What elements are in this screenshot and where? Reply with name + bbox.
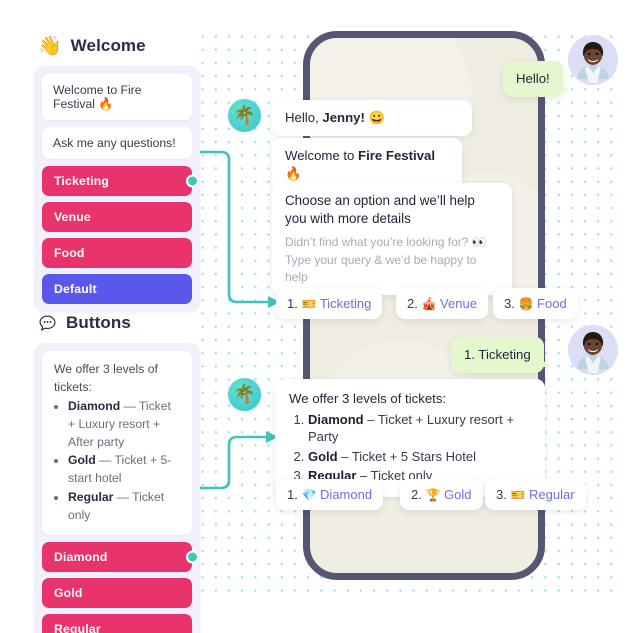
greeting-name: Jenny! xyxy=(322,110,365,125)
chip-label: Diamond xyxy=(320,487,373,502)
welcome-brand: Fire Festival xyxy=(358,148,436,163)
chat-conversation: Hello! 🌴 Hello, Jenny! 😀 Welcome to Fire… xyxy=(0,0,633,633)
screenshot-root: 👋 Welcome Welcome to Fire Festival 🔥 Ask… xyxy=(0,0,633,633)
chip-number: 2. xyxy=(407,296,418,311)
option-chip-venue[interactable]: 2. 🎪 Venue xyxy=(396,288,488,319)
option-chip-gold[interactable]: 2. 🏆 Gold xyxy=(400,479,483,510)
ticket-icon: 🎫 xyxy=(301,297,317,311)
bot-message-greeting: Hello, Jenny! 😀 xyxy=(272,100,472,136)
avatar-user-bottom xyxy=(568,325,618,375)
chip-number: 2. xyxy=(411,487,422,502)
chip-number: 3. xyxy=(504,296,515,311)
user-message-ticketing: 1. Ticketing xyxy=(451,337,551,373)
ticket-level-term: Diamond xyxy=(308,411,364,427)
ticket-levels-list: Diamond – Ticket + Luxury resort + Party… xyxy=(289,411,531,485)
welcome-emoji: 🔥 xyxy=(285,165,302,181)
chip-label: Food xyxy=(537,296,567,311)
user-message-ticketing-text: 1. Ticketing xyxy=(464,347,531,362)
bot-avatar-palm-bottom: 🌴 xyxy=(228,378,261,411)
hint-line-1: Didn’t find what you’re looking for? 👀 xyxy=(285,235,487,250)
chip-number: 1. xyxy=(287,487,298,502)
option-chip-ticketing[interactable]: 1. 🎫 Ticketing xyxy=(276,288,383,319)
diamond-icon: 💎 xyxy=(301,488,317,502)
greeting-prefix: Hello, xyxy=(285,110,323,125)
chip-number: 1. xyxy=(287,296,298,311)
trophy-icon: 🏆 xyxy=(425,488,441,502)
chip-label: Venue xyxy=(440,296,477,311)
palm-tree-icon: 🌴 xyxy=(233,105,256,125)
ticket-level-item: Gold – Ticket + 5 Stars Hotel xyxy=(308,448,531,466)
hint-line-2: Type your query & we’d be happy to help xyxy=(285,252,477,284)
user-message-hello: Hello! xyxy=(503,61,570,97)
circus-tent-icon: 🎪 xyxy=(421,297,437,311)
ticket-icon: 🎫 xyxy=(510,488,526,502)
chip-label: Gold xyxy=(444,487,472,502)
ticket-level-desc: – Ticket + 5 Stars Hotel xyxy=(337,448,476,464)
option-chip-diamond[interactable]: 1. 💎 Diamond xyxy=(276,479,384,510)
user-message-hello-text: Hello! xyxy=(516,71,550,86)
choose-option-text: Choose an option and we’ll help you with… xyxy=(285,193,475,227)
chip-number: 3. xyxy=(496,487,507,502)
palm-tree-icon: 🌴 xyxy=(233,384,256,404)
bot-avatar-palm-top: 🌴 xyxy=(228,99,261,132)
chip-label: Regular xyxy=(529,487,575,502)
ticket-level-item: Diamond – Ticket + Luxury resort + Party xyxy=(308,411,531,446)
option-chip-food[interactable]: 3. 🍔 Food xyxy=(493,288,578,319)
bot-message-choose-option: Choose an option and we’ll help you with… xyxy=(272,183,512,296)
option-chip-regular[interactable]: 3. 🎫 Regular xyxy=(485,479,586,510)
welcome-prefix: Welcome to xyxy=(285,148,359,163)
ticket-levels-lead: We offer 3 levels of tickets: xyxy=(289,391,447,406)
avatar-user-top xyxy=(568,35,618,85)
greeting-emoji: 😀 xyxy=(364,110,385,125)
ticket-level-term: Gold xyxy=(308,448,338,464)
choose-option-hint: Didn’t find what you’re looking for? 👀 T… xyxy=(285,234,499,286)
chip-label: Ticketing xyxy=(319,296,372,311)
burger-icon: 🍔 xyxy=(518,297,534,311)
